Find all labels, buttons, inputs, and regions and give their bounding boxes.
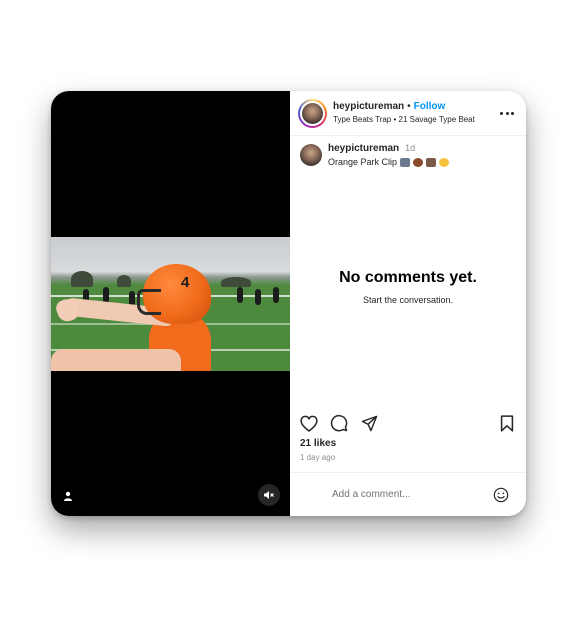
user-icon (64, 491, 72, 501)
more-dot (500, 111, 503, 115)
paper-plane-icon (361, 415, 377, 431)
background-player (255, 289, 261, 305)
avatar[interactable] (300, 100, 325, 126)
post-timestamp[interactable]: 1 day ago (300, 453, 335, 462)
audio-link[interactable]: Type Beats Trap • 21 Savage Type Beat (333, 116, 475, 124)
caption: heypictureman 1d Orange Park Clip (290, 136, 526, 167)
empty-comments: No comments yet. Start the conversation. (290, 269, 526, 305)
more-dot (511, 111, 514, 115)
camera-emoji-icon (400, 158, 411, 167)
post-modal: 4 heypictureman • Follow Type Beats Trap… (51, 91, 526, 516)
post-header: heypictureman • Follow Type Beats Trap •… (290, 91, 526, 136)
background-tree (221, 277, 251, 287)
flexed-biceps-emoji-icon (439, 158, 450, 167)
header-line: heypictureman • Follow (333, 102, 475, 112)
follow-button[interactable]: Follow (414, 102, 446, 112)
save-button[interactable] (498, 414, 516, 432)
group-emoji-icon (426, 158, 437, 167)
media-panel[interactable]: 4 (51, 91, 290, 516)
foreground-arm (51, 349, 181, 371)
helmet-number: 4 (181, 274, 190, 291)
post-details-panel: heypictureman • Follow Type Beats Trap •… (290, 91, 526, 516)
speaker-muted-icon (264, 491, 274, 499)
caption-username[interactable]: heypictureman (328, 144, 399, 154)
action-bar (300, 414, 516, 432)
background-player (273, 287, 279, 303)
background-tree (71, 271, 93, 287)
share-button[interactable] (360, 414, 378, 432)
username-link[interactable]: heypictureman (333, 102, 404, 112)
football-emoji-icon (413, 158, 424, 167)
comment-button[interactable] (330, 414, 348, 432)
caption-body: Orange Park Clip (328, 157, 450, 167)
separator-dot: • (407, 101, 411, 112)
comment-bar (290, 472, 526, 516)
heart-icon (300, 415, 318, 432)
empty-comments-subtitle: Start the conversation. (362, 295, 454, 305)
background-player (237, 287, 243, 303)
more-options-button[interactable] (500, 108, 514, 118)
comment-input[interactable] (332, 489, 482, 500)
likes-count[interactable]: 21 likes (300, 438, 336, 449)
background-tree (117, 275, 131, 287)
like-button[interactable] (300, 414, 318, 432)
caption-time[interactable]: 1d (405, 144, 415, 153)
story-ring[interactable] (298, 98, 327, 128)
more-dot (505, 111, 509, 115)
header-text: heypictureman • Follow Type Beats Trap •… (333, 102, 475, 124)
post-video[interactable]: 4 (51, 237, 290, 371)
caption-text: heypictureman 1d Orange Park Clip (328, 144, 450, 167)
smiley-icon (493, 487, 509, 503)
caption-avatar[interactable] (300, 144, 322, 166)
comment-bubble-icon (330, 414, 348, 432)
caption-message: Orange Park Clip (328, 157, 398, 167)
bookmark-icon (500, 414, 514, 432)
caption-header: heypictureman 1d (328, 144, 449, 154)
mute-button[interactable] (258, 484, 280, 506)
emoji-picker-button[interactable] (492, 486, 510, 504)
facemask (137, 289, 161, 315)
empty-comments-title: No comments yet. (339, 269, 477, 286)
tagged-users-button[interactable] (61, 489, 75, 503)
